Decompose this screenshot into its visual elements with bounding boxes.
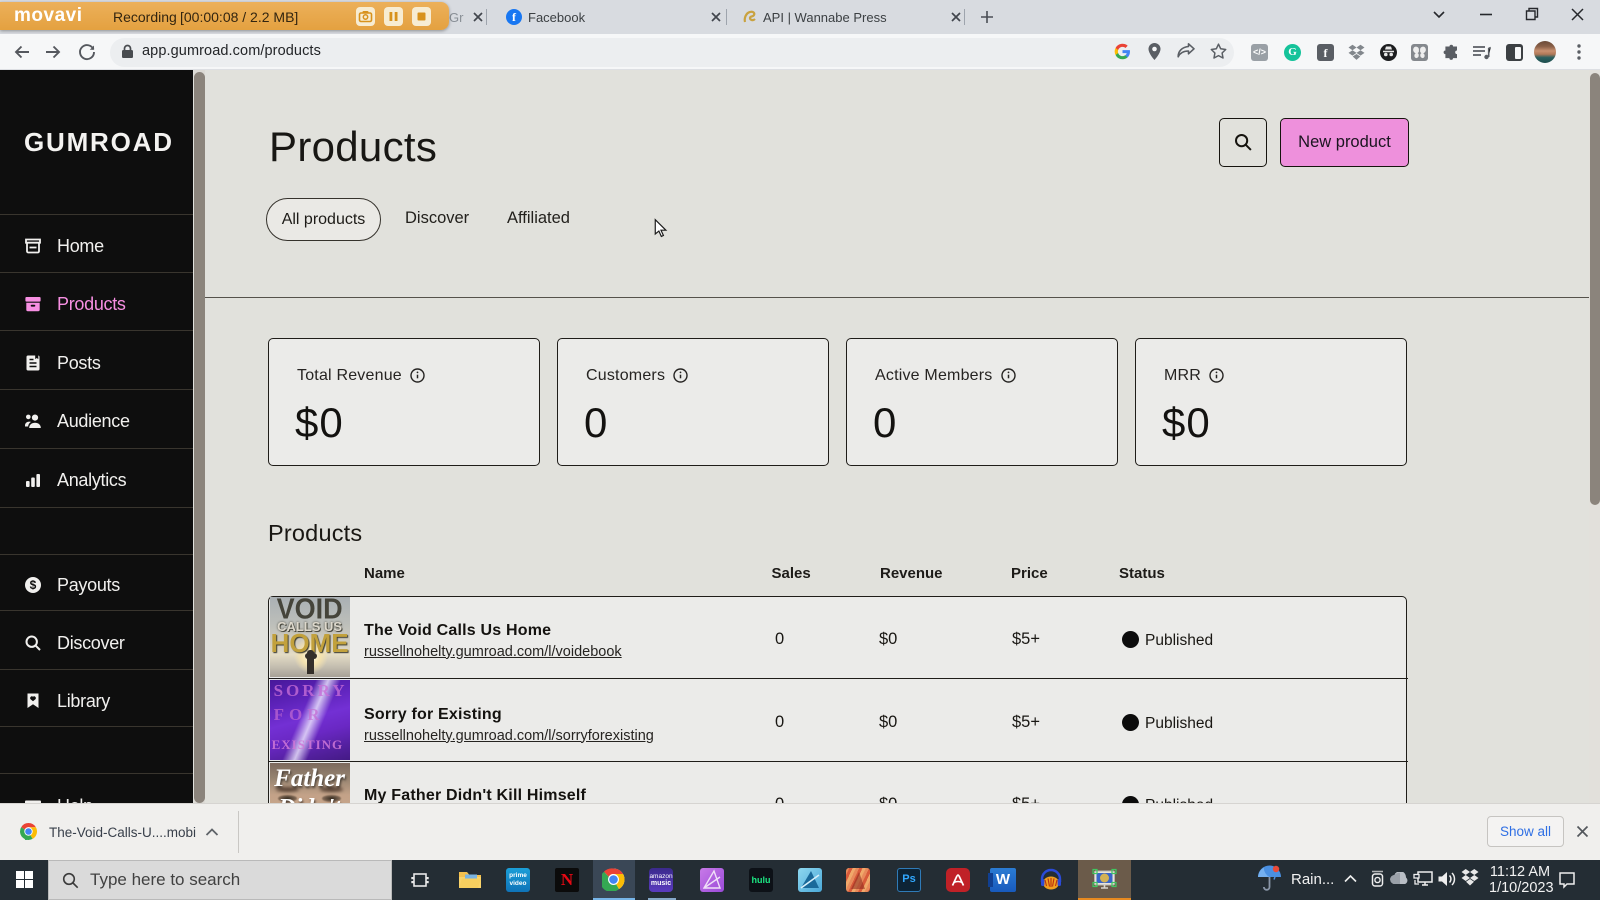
svg-text:$: $ xyxy=(30,578,37,592)
